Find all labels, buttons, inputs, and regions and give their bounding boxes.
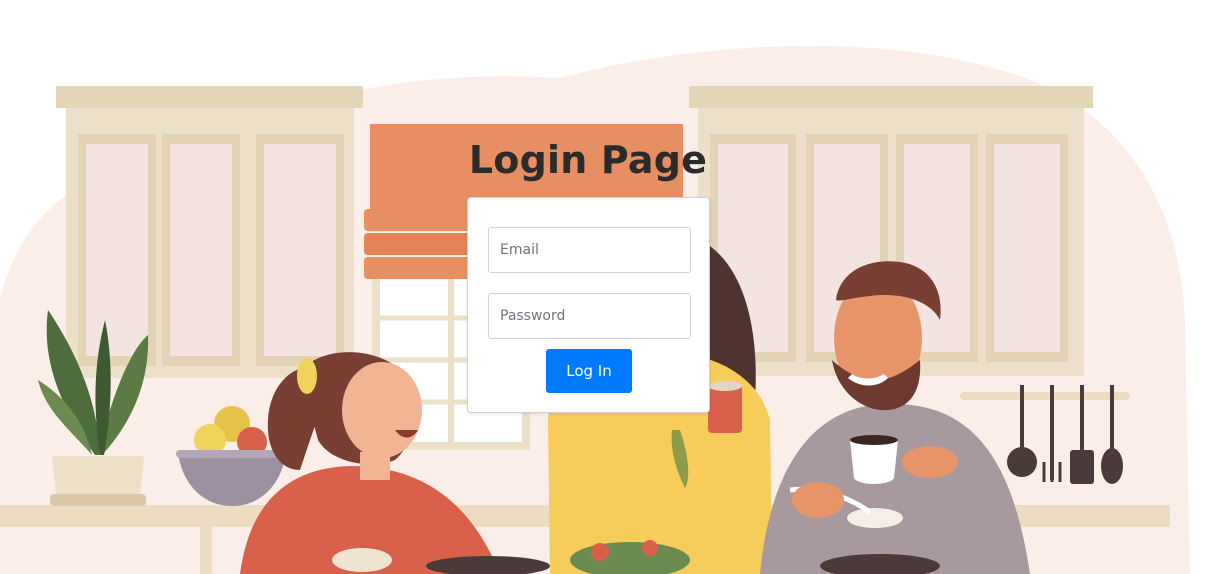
login-button[interactable]: Log In <box>546 349 632 393</box>
login-card: Log In <box>467 197 710 413</box>
email-field[interactable] <box>488 227 691 273</box>
password-field[interactable] <box>488 293 691 339</box>
page-title: Login Page <box>468 138 708 182</box>
